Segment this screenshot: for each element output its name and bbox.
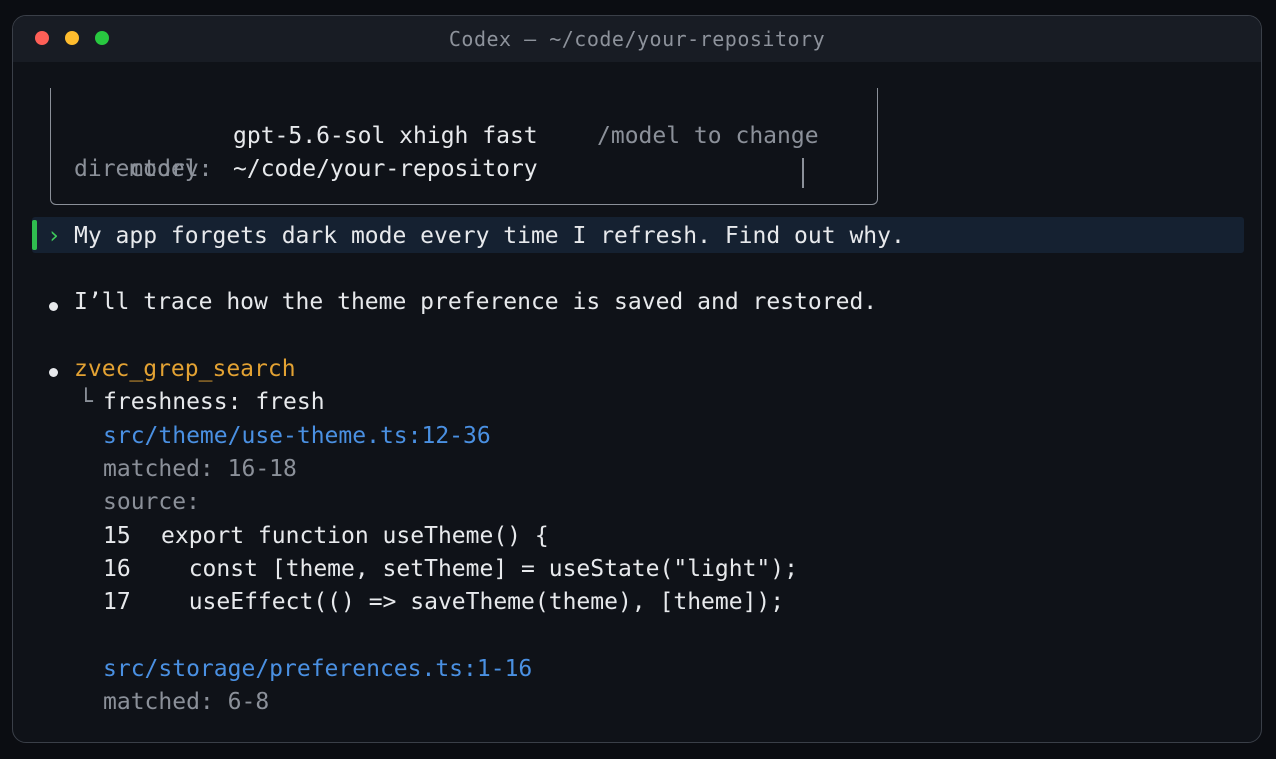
terminal-window: Codex — ~/code/your-repository model: gp… — [12, 15, 1262, 743]
message-bullet-icon — [49, 302, 58, 311]
model-change-hint: /model to change — [597, 123, 819, 149]
directory-value: ~/code/your-repository — [233, 156, 538, 182]
result-matched-range: matched: 6-8 — [103, 689, 270, 715]
code-line-number: 15 — [103, 523, 131, 549]
user-prompt-text: My app forgets dark mode every time I re… — [74, 223, 905, 249]
code-line: export function useTheme() { — [161, 523, 549, 549]
result-path-link[interactable]: src/theme/use-theme.ts:12-36 — [103, 420, 491, 453]
title-bar: Codex — ~/code/your-repository — [13, 16, 1261, 62]
code-line-number: 17 — [103, 589, 131, 615]
freshness-status: freshness: fresh — [103, 389, 325, 415]
window-title: Codex — ~/code/your-repository — [448, 27, 826, 51]
directory-label: directory: — [74, 156, 213, 182]
session-box-border — [802, 158, 804, 188]
assistant-message: I’ll trace how the theme preference is s… — [74, 289, 878, 315]
prompt-accent-bar — [32, 220, 37, 250]
source-label: source: — [103, 489, 200, 515]
result-matched-range: matched: 16-18 — [103, 456, 297, 482]
prompt-chevron-icon: › — [47, 223, 61, 249]
code-line: useEffect(() => saveTheme(theme), [theme… — [161, 589, 785, 615]
result-path-link[interactable]: src/storage/preferences.ts:1-16 — [103, 653, 532, 686]
code-line-number: 16 — [103, 556, 131, 582]
model-value: gpt-5.6-sol xhigh fast — [233, 123, 538, 149]
tool-name: zvec_grep_search — [74, 356, 296, 382]
tool-bullet-icon — [49, 368, 58, 377]
code-line: const [theme, setTheme] = useState("ligh… — [161, 556, 798, 582]
tree-branch-icon: └ — [79, 389, 93, 415]
